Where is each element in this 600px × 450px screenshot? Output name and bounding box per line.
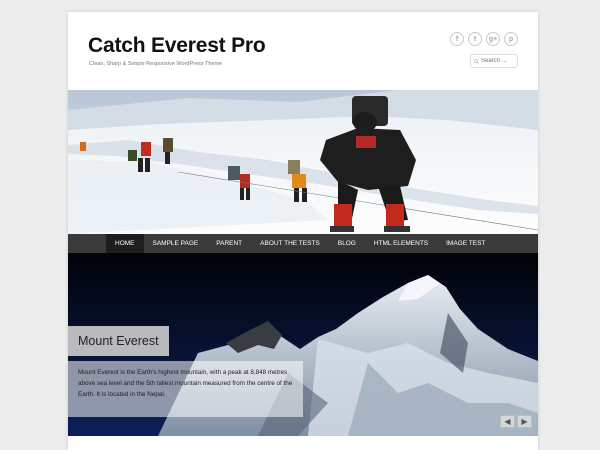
site-tagline: Clean, Sharp & Simple Responsive WordPre…: [89, 61, 223, 67]
search-box[interactable]: [470, 54, 518, 68]
twitter-icon[interactable]: t: [468, 32, 482, 46]
next-slide-icon[interactable]: ▶: [517, 415, 532, 428]
nav-item-home[interactable]: HOME: [106, 234, 144, 253]
social-links: f t g+ p: [450, 32, 518, 46]
nav-item-sample-page[interactable]: SAMPLE PAGE: [144, 234, 208, 253]
site-header: Catch Everest Pro Clean, Sharp & Simple …: [68, 12, 538, 90]
page-container: Catch Everest Pro Clean, Sharp & Simple …: [68, 12, 538, 450]
slide-title[interactable]: Mount Everest: [68, 326, 169, 356]
prev-slide-icon[interactable]: ◀: [500, 415, 515, 428]
nav-item-image-test[interactable]: IMAGE TEST: [437, 234, 494, 253]
site-title[interactable]: Catch Everest Pro: [88, 34, 266, 58]
slide-caption: Mount Everest is the Earth's highest mou…: [68, 361, 303, 417]
pinterest-icon[interactable]: p: [504, 32, 518, 46]
main-navigation: HOME SAMPLE PAGE PARENT ABOUT THE TESTS …: [68, 234, 538, 253]
facebook-icon[interactable]: f: [450, 32, 464, 46]
header-image: [68, 90, 538, 234]
climbers-photo: [68, 90, 538, 234]
search-input[interactable]: [481, 58, 517, 64]
nav-item-about-the-tests[interactable]: ABOUT THE TESTS: [251, 234, 329, 253]
slide-controls: ◀ ▶: [500, 415, 532, 428]
google-plus-icon[interactable]: g+: [486, 32, 500, 46]
nav-item-parent[interactable]: PARENT: [207, 234, 251, 253]
nav-item-html-elements[interactable]: HTML ELEMENTS: [365, 234, 437, 253]
search-icon: [474, 58, 479, 64]
featured-slider: Mount Everest Mount Everest is the Earth…: [68, 253, 538, 436]
nav-item-blog[interactable]: BLOG: [329, 234, 365, 253]
